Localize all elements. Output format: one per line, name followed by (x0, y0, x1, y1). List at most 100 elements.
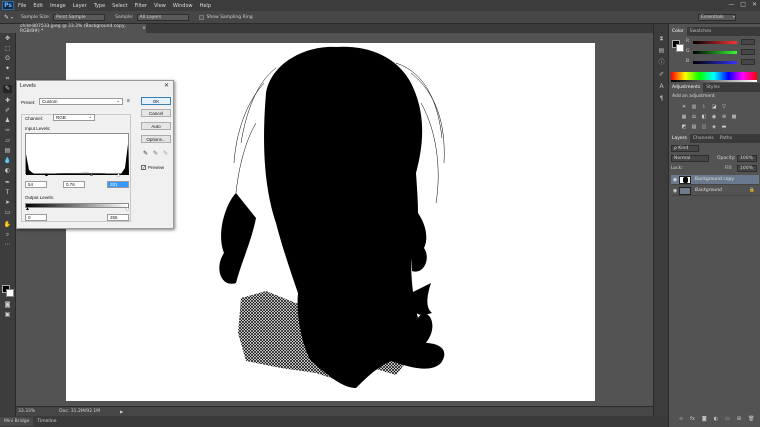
tab-channels[interactable]: Channels (690, 134, 717, 143)
workspace-select[interactable]: Essentials (698, 14, 736, 21)
paragraph-panel-icon[interactable]: ¶ (657, 95, 666, 103)
threshold-adjustment-icon[interactable]: ◫ (701, 124, 707, 130)
tab-mini-bridge[interactable]: Mini Bridge (0, 417, 34, 426)
new-adjustment-layer-icon[interactable]: ◐ (714, 416, 718, 424)
close-icon[interactable]: ✕ (164, 82, 169, 89)
tab-adjustments[interactable]: Adjustments (669, 83, 704, 92)
layer-row-background-copy[interactable]: ◉ Background copy (671, 175, 759, 185)
more-tools-icon[interactable]: ⋯ (3, 241, 12, 249)
tool-preset-chevron-icon[interactable]: ▾ (11, 15, 13, 20)
type-tool-icon[interactable]: T (3, 189, 12, 197)
tab-color[interactable]: Color (669, 27, 687, 36)
show-sampling-ring-checkbox[interactable] (198, 14, 204, 20)
menu-edit[interactable]: Edit (33, 3, 43, 9)
opacity-input[interactable]: 100% (737, 155, 757, 162)
menu-view[interactable]: View (154, 3, 166, 9)
document-tab[interactable]: child-807533.jpeg @ 33.3% (Background co… (16, 24, 146, 34)
ok-button[interactable]: OK (141, 97, 171, 105)
color-balance-adjustment-icon[interactable]: ⚖ (691, 114, 697, 120)
brush-tool-icon[interactable]: ✐ (3, 107, 12, 115)
input-mid-slider-handle[interactable]: ▲ (89, 173, 94, 178)
preset-select[interactable]: Custom (39, 98, 123, 105)
output-black-slider-handle[interactable]: ▲ (25, 207, 30, 212)
input-black-slider-handle[interactable]: ▲ (44, 173, 49, 178)
color-panel-background-swatch[interactable] (676, 44, 684, 52)
minimize-button[interactable]: — (728, 1, 734, 8)
input-mid-field[interactable]: 0.76 (63, 181, 85, 188)
visibility-eye-icon[interactable]: ◉ (671, 177, 679, 183)
menu-layer[interactable]: Layer (73, 3, 87, 9)
add-mask-icon[interactable]: ◙ (702, 416, 707, 424)
history-brush-tool-icon[interactable]: ✑ (3, 127, 12, 135)
visibility-eye-icon[interactable]: ◉ (671, 188, 679, 194)
output-white-slider-handle[interactable]: ▲ (125, 207, 130, 212)
pen-tool-icon[interactable]: ✒ (3, 179, 12, 187)
red-slider[interactable]: R (686, 39, 760, 45)
blue-value[interactable] (741, 59, 755, 65)
move-tool-icon[interactable]: ✥ (3, 35, 12, 43)
layer-style-icon[interactable]: fx (690, 416, 695, 424)
crop-tool-icon[interactable]: ⌗ (3, 75, 12, 83)
healing-brush-tool-icon[interactable]: ✚ (3, 97, 12, 105)
channel-select[interactable]: RGB (53, 114, 95, 121)
curves-adjustment-icon[interactable]: ⌇ (701, 104, 707, 110)
screen-mode-icon[interactable]: ▣ (3, 311, 12, 319)
close-tab-icon[interactable]: × (142, 26, 146, 31)
tab-paths[interactable]: Paths (717, 134, 735, 143)
blue-slider[interactable]: B (686, 59, 760, 65)
layer-row-background[interactable]: ◉ Background 🔒 (671, 186, 759, 196)
output-white-field[interactable]: 255 (107, 214, 129, 221)
input-white-field[interactable]: 201 (107, 181, 129, 188)
marquee-tool-icon[interactable]: ⬚ (3, 45, 12, 53)
brush-panel-icon[interactable]: ✐ (657, 71, 666, 79)
tab-timeline[interactable]: Timeline (33, 417, 60, 426)
zoom-level[interactable]: 33.33% (18, 409, 35, 414)
background-color-swatch[interactable] (6, 289, 14, 297)
fill-input[interactable]: 100% (737, 165, 757, 172)
menu-image[interactable]: Image (50, 3, 66, 9)
black-white-adjustment-icon[interactable]: ◧ (701, 114, 707, 120)
info-panel-icon[interactable]: ⓘ (657, 59, 666, 67)
properties-panel-icon[interactable]: ▤ (657, 47, 666, 55)
rectangle-tool-icon[interactable]: ▭ (3, 209, 12, 217)
menu-type[interactable]: Type (94, 3, 105, 9)
doc-size-info[interactable]: Doc: 31.2M/92.1M (59, 409, 100, 414)
maximize-button[interactable]: □ (740, 1, 746, 8)
quick-select-tool-icon[interactable]: ✦ (3, 65, 12, 73)
menu-filter[interactable]: Filter (135, 3, 147, 9)
color-spectrum[interactable] (671, 72, 757, 80)
green-value[interactable] (741, 49, 755, 55)
hue-saturation-adjustment-icon[interactable]: ▦ (681, 114, 687, 120)
layer-filter-kind[interactable]: ρ Kind (671, 145, 699, 152)
invert-adjustment-icon[interactable]: ◩ (681, 124, 687, 130)
channel-mixer-adjustment-icon[interactable]: ⊕ (721, 114, 727, 120)
sample-size-select[interactable]: Point Sample (53, 13, 106, 21)
black-point-eyedropper-icon[interactable]: ✎ (143, 150, 148, 157)
input-white-slider-handle[interactable]: ▲ (116, 173, 121, 178)
new-group-icon[interactable]: ▭ (725, 416, 730, 424)
blend-mode-select[interactable]: Normal (671, 155, 709, 162)
eyedropper-tool-icon[interactable]: ✎ (3, 85, 12, 93)
sample-select[interactable]: All Layers (136, 13, 189, 21)
gray-point-eyedropper-icon[interactable]: ✎ (153, 150, 158, 157)
levels-adjustment-icon[interactable]: ▥ (691, 104, 697, 110)
grayscale-ramp[interactable] (671, 80, 757, 82)
new-layer-icon[interactable]: ⊞ (737, 416, 741, 424)
input-black-field[interactable]: 54 (25, 181, 47, 188)
dodge-tool-icon[interactable]: ◐ (3, 167, 12, 175)
eyedropper-icon[interactable]: ✎ (4, 14, 9, 21)
quick-mask-icon[interactable]: ◙ (3, 301, 12, 309)
photo-filter-adjustment-icon[interactable]: ◉ (711, 114, 717, 120)
close-window-button[interactable]: ✕ (752, 1, 757, 8)
menu-help[interactable]: Help (200, 3, 211, 9)
white-point-eyedropper-icon[interactable]: ✎ (163, 150, 168, 157)
layer-name[interactable]: Background copy (695, 177, 734, 182)
lasso-tool-icon[interactable]: ʘ (3, 55, 12, 63)
clone-stamp-tool-icon[interactable]: ♟ (3, 117, 12, 125)
status-menu-arrow-icon[interactable]: ▶ (120, 409, 123, 414)
color-lookup-adjustment-icon[interactable]: ▩ (731, 114, 737, 120)
green-slider[interactable]: G (686, 49, 760, 55)
path-selection-tool-icon[interactable]: ➤ (3, 199, 12, 207)
gradient-map-adjustment-icon[interactable]: ▬ (721, 124, 727, 130)
options-button[interactable]: Options... (141, 135, 171, 143)
